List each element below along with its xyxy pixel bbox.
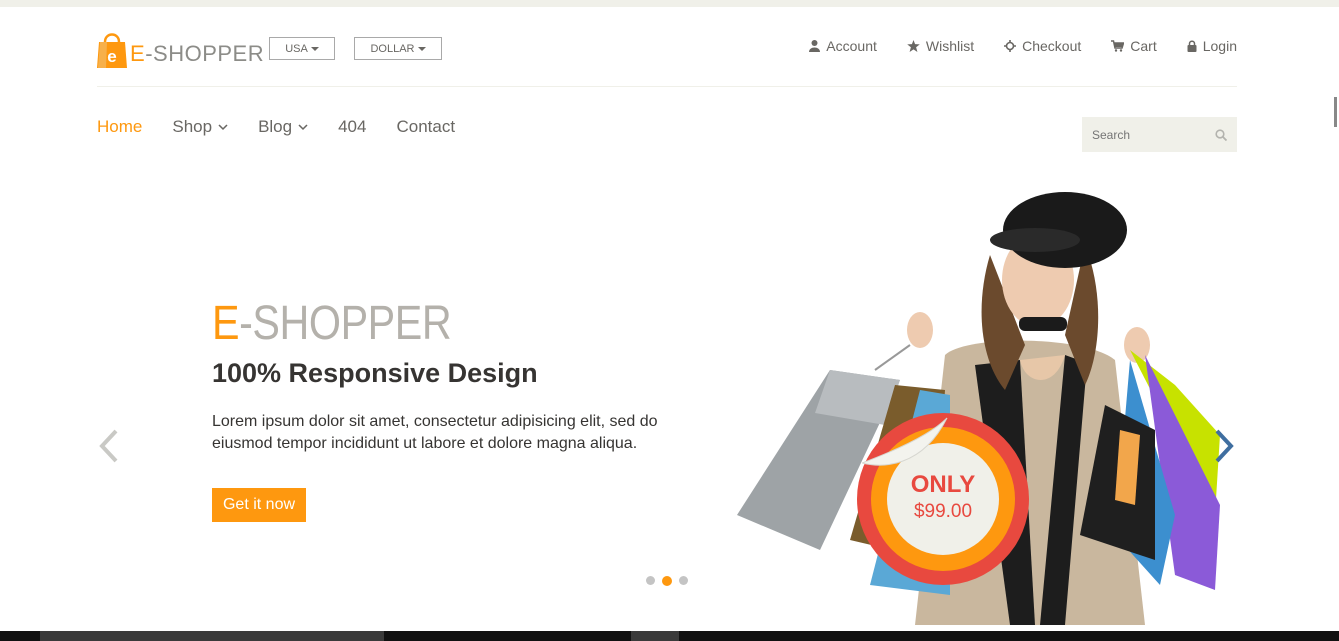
badge-label: ONLY [910,471,976,498]
cart-icon [1111,40,1125,52]
nav-shop[interactable]: Shop [172,117,228,137]
lock-icon [1187,40,1197,52]
nav-home[interactable]: Home [97,117,142,137]
nav-404[interactable]: 404 [338,117,366,137]
user-icon [809,40,821,52]
cart-link[interactable]: Cart [1111,37,1157,55]
currency-value: DOLLAR [370,42,415,55]
slider-dot-2[interactable] [662,575,672,586]
slider-dots [646,575,688,586]
slide-subtitle: 100% Responsive Design [212,358,538,388]
os-taskbar [0,631,1339,641]
chevron-right-icon[interactable] [1213,428,1237,464]
star-icon [907,40,920,52]
shopping-bag-icon: e [97,30,127,68]
chevron-down-icon [218,123,228,130]
nav-contact[interactable]: Contact [396,117,455,137]
search-icon[interactable] [1215,128,1227,141]
slider-dot-1[interactable] [646,576,655,585]
account-link[interactable]: Account [809,37,877,55]
header-divider [97,86,1237,87]
currency-dropdown[interactable]: DOLLAR [354,37,442,60]
login-link[interactable]: Login [1187,37,1237,55]
taskbar-item[interactable] [40,631,384,641]
caret-down-icon [417,46,426,51]
badge-price: $99.00 [913,501,973,522]
search-box [1082,117,1237,152]
caret-down-icon [310,46,319,51]
peel-corner-icon [862,417,948,466]
nav-blog[interactable]: Blog [258,117,308,137]
slide-description: Lorem ipsum dolor sit amet, consectetur … [212,413,658,452]
search-input[interactable] [1092,127,1202,142]
crosshair-icon [1004,40,1017,52]
logo[interactable]: e E-SHOPPER [97,28,264,68]
top-strip [0,0,1339,7]
price-badge: ONLY $99.00 [857,413,1029,585]
checkout-link[interactable]: Checkout [1004,37,1081,55]
chevron-left-icon[interactable] [96,428,120,464]
scrollbar-thumb[interactable] [1334,97,1337,127]
main-nav: Home Shop Blog 404 Contact [97,117,455,137]
svg-text:e: e [107,47,116,66]
taskbar-item[interactable] [631,631,679,641]
logo-text: E-SHOPPER [130,41,265,66]
slide-title: E-SHOPPER [212,297,452,350]
slider-dot-3[interactable] [679,576,688,585]
account-nav: Account Wishlist Checkout Cart Login [809,37,1237,55]
country-dropdown[interactable]: USA [269,37,335,60]
wishlist-link[interactable]: Wishlist [907,37,974,55]
chevron-down-icon [298,123,308,130]
country-value: USA [285,42,308,55]
get-it-now-button[interactable]: Get it now [212,488,306,522]
